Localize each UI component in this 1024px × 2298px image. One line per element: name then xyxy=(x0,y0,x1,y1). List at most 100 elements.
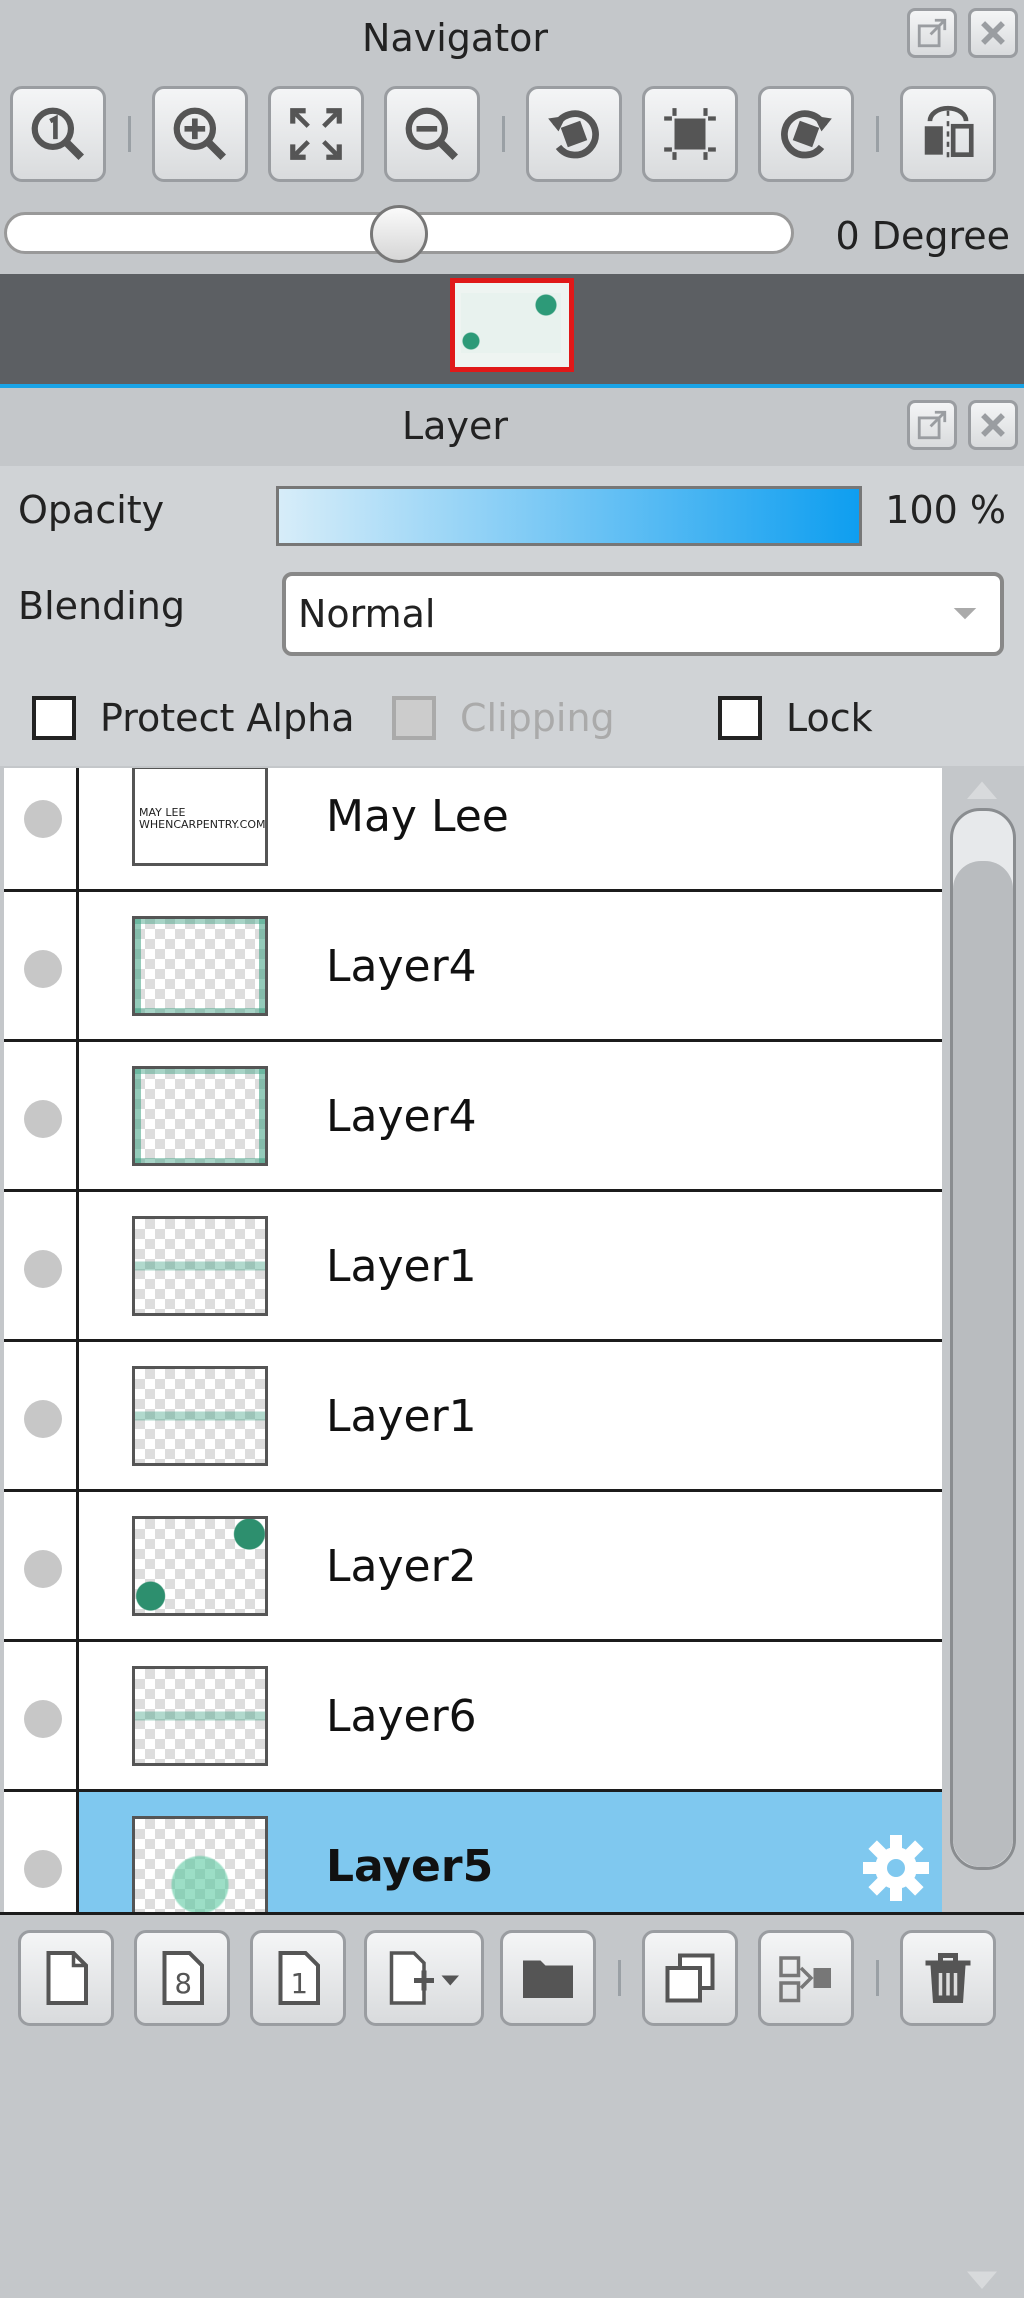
navigator-title: Navigator xyxy=(362,16,548,60)
opacity-value: 100 % xyxy=(885,488,1006,532)
layer-thumbnail-content xyxy=(135,919,265,1013)
visibility-toggle[interactable] xyxy=(24,1250,62,1288)
column-divider xyxy=(76,768,79,889)
layer-row[interactable]: Layer6 xyxy=(4,1642,942,1792)
opacity-slider[interactable] xyxy=(276,486,862,546)
trash-icon xyxy=(925,1953,971,2003)
rotation-slider-thumb[interactable] xyxy=(370,205,428,263)
layer-thumbnail-content xyxy=(135,1219,265,1313)
lock-checkbox[interactable] xyxy=(718,696,762,740)
visibility-toggle[interactable] xyxy=(24,1400,62,1438)
close-icon xyxy=(981,21,1005,45)
svg-text:1: 1 xyxy=(291,1968,309,2000)
navigator-preview-area[interactable] xyxy=(0,274,1024,384)
visibility-toggle[interactable] xyxy=(24,1850,62,1888)
layer-name: May Lee xyxy=(326,791,509,842)
zoom-in-button[interactable] xyxy=(152,86,248,182)
close-icon xyxy=(981,413,1005,437)
layer-row[interactable]: Layer2 xyxy=(4,1492,942,1642)
zoom-actual-button[interactable] xyxy=(10,86,106,182)
layer-thumbnail xyxy=(132,1816,268,1916)
visibility-toggle[interactable] xyxy=(24,950,62,988)
new-1bit-layer-icon: 1 xyxy=(278,1951,320,2005)
scrollbar-track[interactable] xyxy=(950,808,1016,1870)
fit-window-button[interactable] xyxy=(268,86,364,182)
column-divider xyxy=(76,1492,79,1639)
toolbar-separator xyxy=(876,1960,879,1996)
visibility-toggle[interactable] xyxy=(24,1550,62,1588)
layer-row[interactable]: Layer1 xyxy=(4,1342,942,1492)
rotate-left-button[interactable] xyxy=(526,86,622,182)
layer-thumbnail-text: MAY LEE WHENCARPENTRY.COM xyxy=(139,806,266,831)
layer-settings-gear-icon[interactable] xyxy=(860,1832,932,1904)
zoom-out-icon xyxy=(405,107,458,160)
column-divider xyxy=(76,1042,79,1189)
toolbar-separator xyxy=(502,116,505,152)
column-divider xyxy=(76,1192,79,1339)
toolbar-separator xyxy=(618,1960,621,1996)
clipping-checkbox[interactable] xyxy=(392,696,436,740)
navigator-popout-button[interactable] xyxy=(907,8,957,58)
blending-value: Normal xyxy=(298,592,436,636)
layer-row[interactable]: Layer4 xyxy=(4,1042,942,1192)
svg-text:8: 8 xyxy=(175,1968,193,2000)
layer-thumbnail xyxy=(132,1516,268,1616)
protect-alpha-checkbox[interactable] xyxy=(32,696,76,740)
new-folder-button[interactable] xyxy=(500,1930,596,2026)
layer-name: Layer1 xyxy=(326,1391,477,1442)
rotation-degree-label: 0 Degree xyxy=(835,214,1010,258)
column-divider xyxy=(76,892,79,1039)
zoom-out-button[interactable] xyxy=(384,86,480,182)
rotation-slider[interactable] xyxy=(4,205,794,263)
layer-panel: Layer Opacity 100 % Blending Normal Prot… xyxy=(0,388,1024,2298)
column-divider xyxy=(76,1342,79,1489)
scroll-down-arrow[interactable] xyxy=(952,2264,1012,2294)
layer-name: Layer4 xyxy=(326,941,477,992)
reset-view-icon xyxy=(664,108,716,160)
delete-layer-button[interactable] xyxy=(900,1930,996,2026)
chevron-up-icon xyxy=(967,781,997,799)
scroll-up-arrow[interactable] xyxy=(952,774,1012,804)
new-folder-icon xyxy=(523,1960,573,1998)
layer-name: Layer2 xyxy=(326,1541,477,1592)
visibility-toggle[interactable] xyxy=(24,1700,62,1738)
layer-thumbnail xyxy=(132,1216,268,1316)
layer-list[interactable]: MAY LEE WHENCARPENTRY.COM May Lee Layer4 La… xyxy=(0,768,1024,2298)
layer-popout-button[interactable] xyxy=(907,400,957,450)
opacity-slider-fill xyxy=(279,489,859,543)
visibility-toggle[interactable] xyxy=(24,1100,62,1138)
duplicate-layer-button[interactable] xyxy=(642,1930,738,2026)
reset-view-button[interactable] xyxy=(642,86,738,182)
rotate-right-icon xyxy=(781,110,832,159)
layer-thumbnail-content xyxy=(135,1819,265,1913)
flip-horizontal-icon xyxy=(924,105,974,160)
layer-row[interactable]: Layer4 xyxy=(4,892,942,1042)
scrollbar-thumb[interactable] xyxy=(953,861,1013,1867)
add-layer-menu-button[interactable] xyxy=(364,1930,484,2026)
merge-down-button[interactable] xyxy=(758,1930,854,2026)
new-8bit-layer-button[interactable]: 8 xyxy=(134,1930,230,2026)
layer-name: Layer1 xyxy=(326,1241,477,1292)
merge-down-icon xyxy=(779,1956,831,2003)
layer-thumbnail xyxy=(132,1066,268,1166)
visibility-toggle[interactable] xyxy=(24,800,62,838)
layer-row[interactable]: Layer1 xyxy=(4,1192,942,1342)
layer-title: Layer xyxy=(402,404,508,448)
flip-horizontal-button[interactable] xyxy=(900,86,996,182)
navigator-preview-frame[interactable] xyxy=(450,278,574,372)
toolbar-separator xyxy=(876,116,879,152)
new-layer-button[interactable] xyxy=(18,1930,114,2026)
blending-select[interactable]: Normal xyxy=(282,572,1004,656)
preview-thumbnail xyxy=(461,293,561,353)
layer-close-button[interactable] xyxy=(968,400,1018,450)
duplicate-layer-icon xyxy=(665,1953,715,2003)
layer-row[interactable]: MAY LEE WHENCARPENTRY.COM May Lee xyxy=(4,768,942,892)
toolbar-separator xyxy=(128,116,131,152)
layer-name: Layer6 xyxy=(326,1691,477,1742)
new-1bit-layer-button[interactable]: 1 xyxy=(250,1930,346,2026)
zoom-in-icon xyxy=(173,107,226,160)
opacity-label: Opacity xyxy=(18,488,165,532)
rotate-right-button[interactable] xyxy=(758,86,854,182)
layer-thumbnail-content xyxy=(135,1669,265,1763)
navigator-close-button[interactable] xyxy=(968,8,1018,58)
